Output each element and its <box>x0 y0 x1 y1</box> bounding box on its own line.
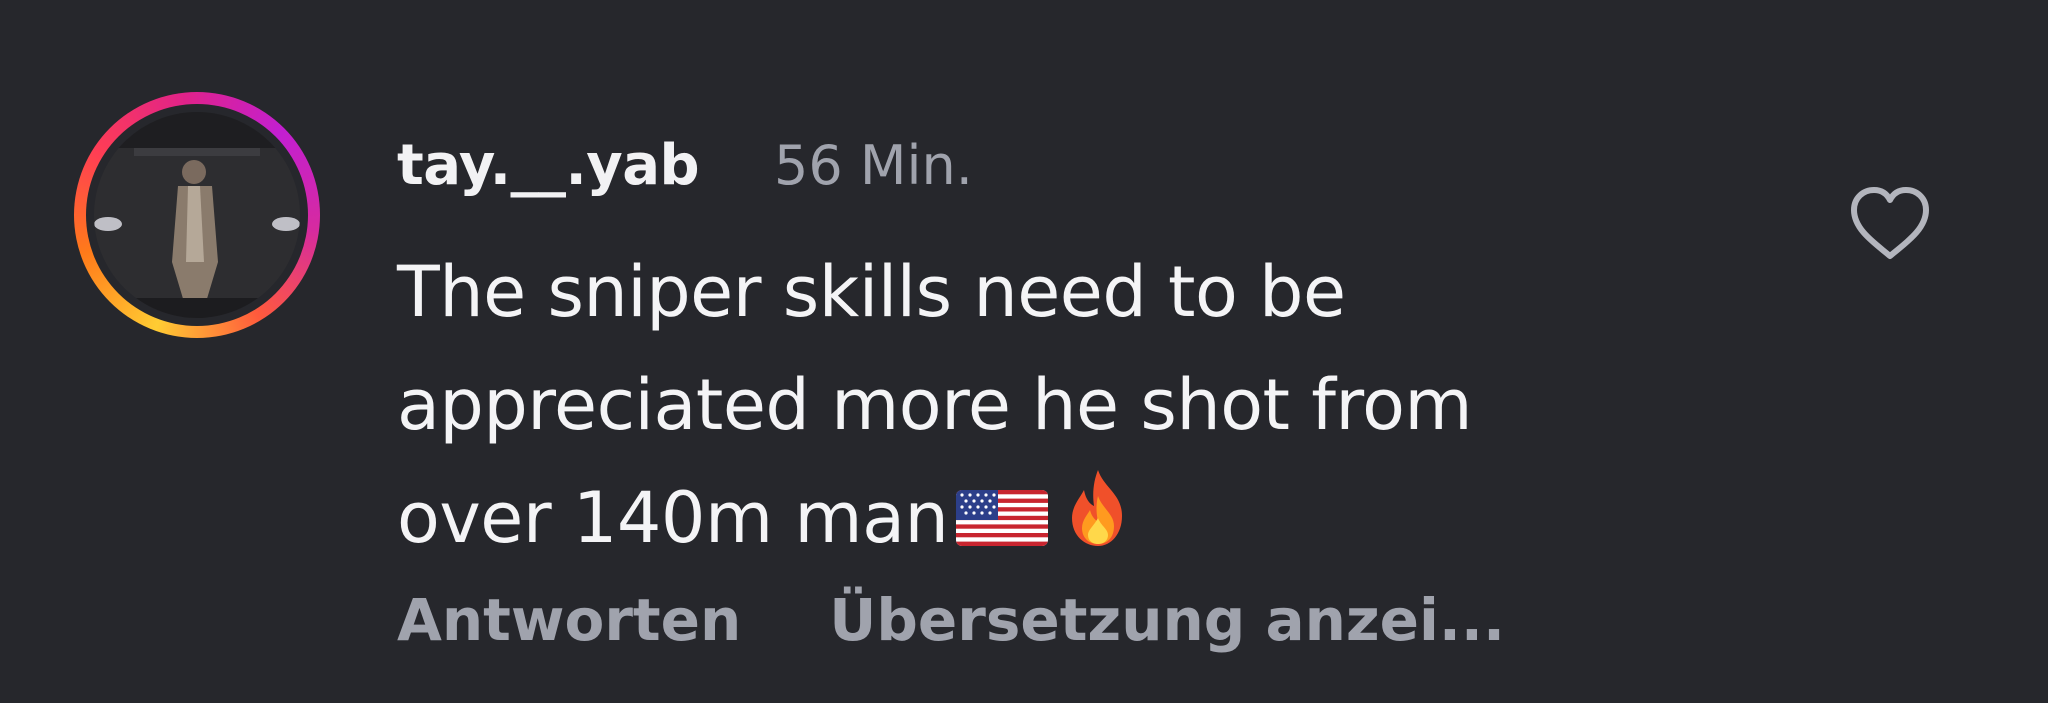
like-button[interactable] <box>1846 184 1934 264</box>
comment-actions: Antworten Übersetzung anzei... <box>397 585 1505 655</box>
show-translation-button[interactable]: Übersetzung anzei... <box>829 585 1505 655</box>
fire-emoji <box>1056 466 1140 583</box>
comment-timestamp: 56 Min. <box>774 134 973 197</box>
avatar-story-ring[interactable] <box>74 92 320 338</box>
comment-text-line-content: over 140m man <box>397 477 949 559</box>
avatar-ring-gap <box>86 104 308 326</box>
reply-button[interactable]: Antworten <box>397 585 741 655</box>
avatar[interactable] <box>94 112 300 318</box>
us-flag-emoji <box>954 470 1050 583</box>
avatar-photo <box>94 112 300 318</box>
comment-text-line: over 140m man <box>397 462 1737 583</box>
comment-username[interactable]: tay.__.yab <box>397 132 700 200</box>
comment-text: The sniper skills need to be appreciated… <box>397 236 1737 583</box>
comment-text-line: The sniper skills need to be <box>397 251 1346 333</box>
comment-text-line: appreciated more he shot from <box>397 364 1473 446</box>
heart-icon <box>1851 187 1929 259</box>
